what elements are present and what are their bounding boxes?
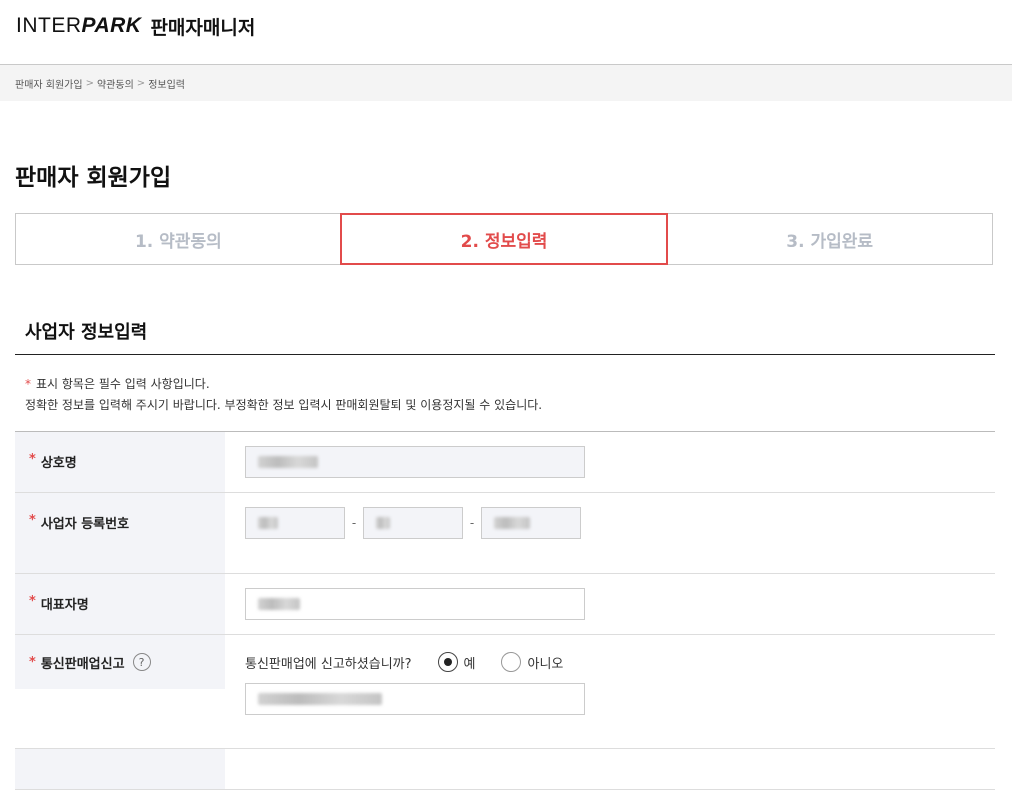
separator: - <box>469 516 475 530</box>
help-icon[interactable]: ? <box>132 653 151 671</box>
chevron-right-icon: > <box>136 77 146 89</box>
signup-steps: 1. 약관동의 2. 정보입력 3. 가입완료 <box>15 213 993 265</box>
notice-line-2: 정확한 정보를 입력해 주시기 바랍니다. 부정확한 정보 입력시 판매회원탈퇴… <box>25 398 543 412</box>
field-label: * 상호명 <box>15 432 225 492</box>
required-icon: * <box>29 594 36 609</box>
field-cell: - - <box>225 493 995 573</box>
brand-subtitle: 판매자매니저 <box>150 16 256 39</box>
radio-yes-label[interactable]: 예 <box>464 653 476 672</box>
representative-input[interactable] <box>245 588 585 620</box>
field-cell: 통신판매업에 신고하셨습니까? 예 아니오 <box>225 635 995 748</box>
redacted-value <box>258 693 382 705</box>
required-notice: * 표시 항목은 필수 입력 사항입니다. 정확한 정보를 입력해 주시기 바랍니… <box>25 374 542 416</box>
mail-order-label: 통신판매업신고 <box>40 656 125 672</box>
business-number-part1[interactable] <box>245 507 345 539</box>
step-info: 2. 정보입력 <box>339 213 669 265</box>
mail-order-number-input[interactable] <box>245 683 585 715</box>
business-info-form: * 상호명 * 사업자 등록번호 - - * 대표자명 * 통신판매업신고 ? … <box>15 431 995 790</box>
top-header: INTERPARK 판매자매니저 <box>0 0 1012 65</box>
breadcrumb-item[interactable]: 판매자 회원가입 <box>15 76 83 91</box>
notice-line-1: 표시 항목은 필수 입력 사항입니다. <box>36 377 210 391</box>
representative-label: 대표자명 <box>40 598 89 613</box>
required-icon: * <box>25 377 31 391</box>
field-cell <box>225 574 995 634</box>
page-title: 판매자 회원가입 <box>15 165 172 191</box>
section-title: 사업자 정보입력 <box>25 322 148 343</box>
form-row-company: * 상호명 <box>15 432 995 493</box>
form-row-next <box>15 749 995 790</box>
breadcrumb: 판매자 회원가입 > 약관동의 > 정보입력 <box>0 65 1012 101</box>
divider <box>15 354 995 355</box>
step-complete: 3. 가입완료 <box>786 231 874 252</box>
step-terms: 1. 약관동의 <box>134 231 222 252</box>
field-label: * 사업자 등록번호 <box>15 493 225 573</box>
redacted-value <box>258 456 318 468</box>
form-row-business-number: * 사업자 등록번호 - - <box>15 493 995 574</box>
business-number-part2[interactable] <box>363 507 463 539</box>
redacted-value <box>258 517 278 529</box>
brand-part1: INTER <box>16 14 82 37</box>
form-row-mail-order: * 통신판매업신고 ? 통신판매업에 신고하셨습니까? 예 아니오 <box>15 635 995 749</box>
redacted-value <box>258 598 300 610</box>
company-name-input[interactable] <box>245 446 585 478</box>
required-icon: * <box>29 513 36 528</box>
company-name-label: 상호명 <box>40 456 77 471</box>
separator: - <box>351 516 357 530</box>
field-label: * 대표자명 <box>15 574 225 634</box>
chevron-right-icon: > <box>85 77 94 89</box>
field-label <box>15 749 225 789</box>
logo[interactable]: INTERPARK 판매자매니저 <box>16 13 255 39</box>
redacted-value <box>376 517 390 529</box>
radio-yes[interactable] <box>437 652 458 672</box>
business-number-group: - - <box>245 507 995 539</box>
business-number-label: 사업자 등록번호 <box>40 517 130 532</box>
business-number-part3[interactable] <box>481 507 581 539</box>
field-cell <box>225 749 995 789</box>
required-icon: * <box>29 452 36 467</box>
field-cell <box>225 432 995 492</box>
radio-no-label[interactable]: 아니오 <box>527 653 563 672</box>
form-row-representative: * 대표자명 <box>15 574 995 635</box>
required-icon: * <box>29 654 36 670</box>
mail-order-question-row: 통신판매업에 신고하셨습니까? 예 아니오 <box>245 649 995 675</box>
field-label: * 통신판매업신고 ? <box>15 635 225 689</box>
brand-logo: INTERPARK <box>16 14 141 38</box>
breadcrumb-item[interactable]: 약관동의 <box>97 76 134 91</box>
breadcrumb-item: 정보입력 <box>148 79 185 91</box>
radio-no[interactable] <box>501 652 522 672</box>
redacted-value <box>494 517 530 529</box>
brand-part2: PARK <box>81 14 142 37</box>
mail-order-question: 통신판매업에 신고하셨습니까? <box>245 656 412 672</box>
